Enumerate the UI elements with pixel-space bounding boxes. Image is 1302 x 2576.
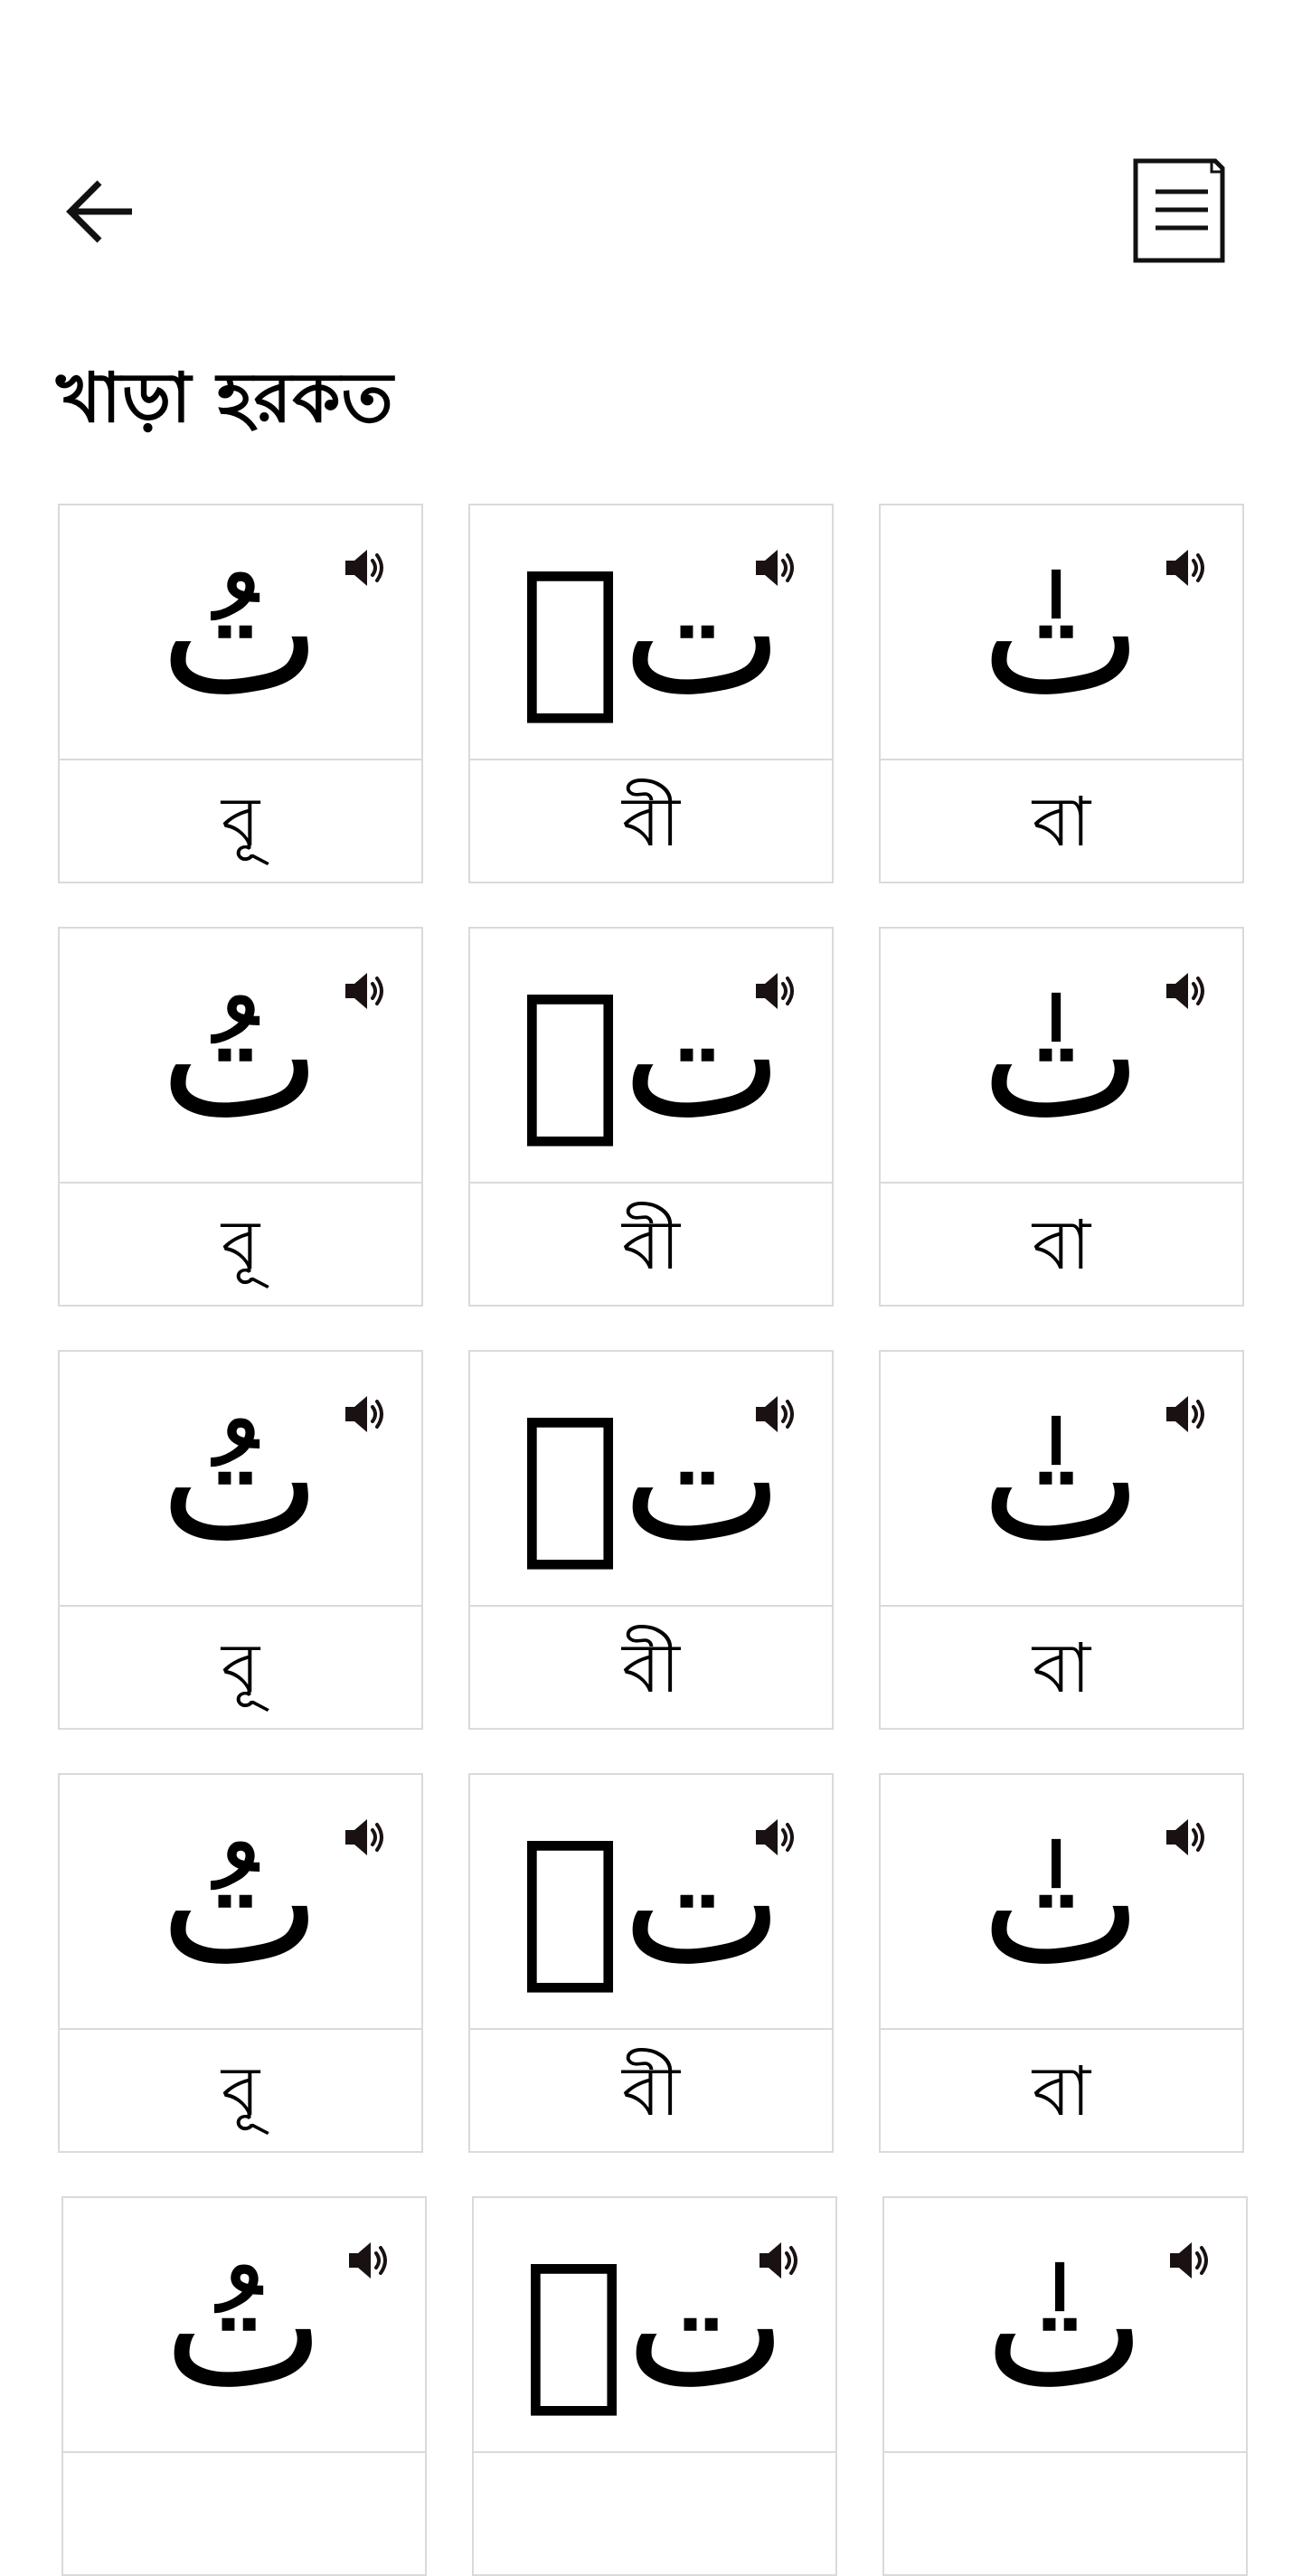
speaker-icon[interactable]	[1166, 2238, 1212, 2283]
glyph-area: تٖ	[470, 505, 832, 760]
speaker-icon[interactable]	[1163, 968, 1208, 1014]
glyph-area: تٰ	[881, 505, 1242, 760]
glyph-area: تٖ	[474, 2198, 835, 2453]
harakat-card[interactable]: تٰ বা	[879, 1350, 1244, 1730]
arabic-letter: تٰ	[980, 1803, 1143, 2003]
harakat-card[interactable]: تٰ বা	[879, 504, 1244, 883]
harakat-card[interactable]: تٰ বা	[879, 1773, 1244, 2153]
arabic-letter: تٖ	[518, 1380, 784, 1580]
pronunciation-label	[474, 2453, 835, 2576]
arabic-letter: تٰ	[984, 2226, 1146, 2426]
pronunciation-label: বী	[621, 2051, 681, 2131]
harakat-card[interactable]: تٰ বা	[879, 927, 1244, 1307]
harakat-card[interactable]: تٖ	[472, 2196, 837, 2576]
speaker-icon[interactable]	[342, 1392, 387, 1437]
glyph-area: تُ	[60, 1352, 421, 1607]
harakat-card[interactable]: تُ	[61, 2196, 427, 2576]
pronunciation-label: বী	[621, 781, 681, 862]
speaker-icon[interactable]	[342, 968, 387, 1014]
pronunciation-label: বূ	[221, 1628, 260, 1708]
speaker-icon[interactable]	[345, 2238, 391, 2283]
glyph-area: تٖ	[470, 929, 832, 1184]
glyph-area: تٖ	[470, 1775, 832, 2030]
pronunciation-label	[884, 2453, 1246, 2576]
pronunciation-label: বা	[1032, 1204, 1091, 1285]
arabic-letter: تُ	[159, 1380, 322, 1580]
arabic-letter: تٖ	[518, 533, 784, 733]
glyph-area: تٰ	[881, 1352, 1242, 1607]
pronunciation-label: বা	[1032, 2051, 1091, 2131]
glyph-area: تٰ	[884, 2198, 1246, 2453]
pronunciation-label	[63, 2453, 425, 2576]
glyph-area: تٖ	[470, 1352, 832, 1607]
arabic-letter: تٰ	[980, 533, 1143, 733]
arabic-letter: تٖ	[522, 2226, 788, 2426]
pronunciation-label: বী	[621, 1628, 681, 1708]
glyph-area: تٰ	[881, 929, 1242, 1184]
speaker-icon[interactable]	[342, 1815, 387, 1860]
harakat-card[interactable]: تٖ বী	[468, 504, 834, 883]
harakat-card[interactable]: تُ বূ	[58, 1350, 423, 1730]
arabic-letter: تُ	[159, 1803, 322, 2003]
glyph-area: تُ	[63, 2198, 425, 2453]
pronunciation-label: বী	[621, 1204, 681, 1285]
speaker-icon[interactable]	[1163, 1392, 1208, 1437]
harakat-card[interactable]: تٖ বী	[468, 1350, 834, 1730]
arabic-letter: تُ	[159, 533, 322, 733]
speaker-icon[interactable]	[1163, 1815, 1208, 1860]
pronunciation-label: বূ	[221, 1204, 260, 1285]
pronunciation-label: বূ	[221, 781, 260, 862]
harakat-card[interactable]: تٰ	[882, 2196, 1248, 2576]
speaker-icon[interactable]	[752, 1392, 797, 1437]
glyph-area: تٰ	[881, 1775, 1242, 2030]
harakat-card[interactable]: تُ বূ	[58, 927, 423, 1307]
speaker-icon[interactable]	[752, 1815, 797, 1860]
arabic-letter: تٖ	[518, 1803, 784, 2003]
harakat-card[interactable]: تٖ বী	[468, 927, 834, 1307]
speaker-icon[interactable]	[342, 545, 387, 590]
glyph-area: تُ	[60, 929, 421, 1184]
arabic-letter: تُ	[163, 2226, 326, 2426]
arabic-letter: تُ	[159, 957, 322, 1156]
pronunciation-label: বা	[1032, 781, 1091, 862]
arabic-letter: تٰ	[980, 957, 1143, 1156]
harakat-card[interactable]: تُ বূ	[58, 504, 423, 883]
speaker-icon[interactable]	[756, 2238, 801, 2283]
harakat-grid: تُ বূ تٖ বী تٰ বা تُ বূ تٖ বী تٰ বা تُ বূ تٖ বী تٰ বা تُ বূ…	[0, 0, 1302, 2576]
harakat-card[interactable]: تٖ বী	[468, 1773, 834, 2153]
speaker-icon[interactable]	[752, 968, 797, 1014]
speaker-icon[interactable]	[1163, 545, 1208, 590]
pronunciation-label: বা	[1032, 1628, 1091, 1708]
pronunciation-label: বূ	[221, 2051, 260, 2131]
arabic-letter: تٰ	[980, 1380, 1143, 1580]
arabic-letter: تٖ	[518, 957, 784, 1156]
speaker-icon[interactable]	[752, 545, 797, 590]
glyph-area: تُ	[60, 1775, 421, 2030]
glyph-area: تُ	[60, 505, 421, 760]
harakat-card[interactable]: تُ বূ	[58, 1773, 423, 2153]
